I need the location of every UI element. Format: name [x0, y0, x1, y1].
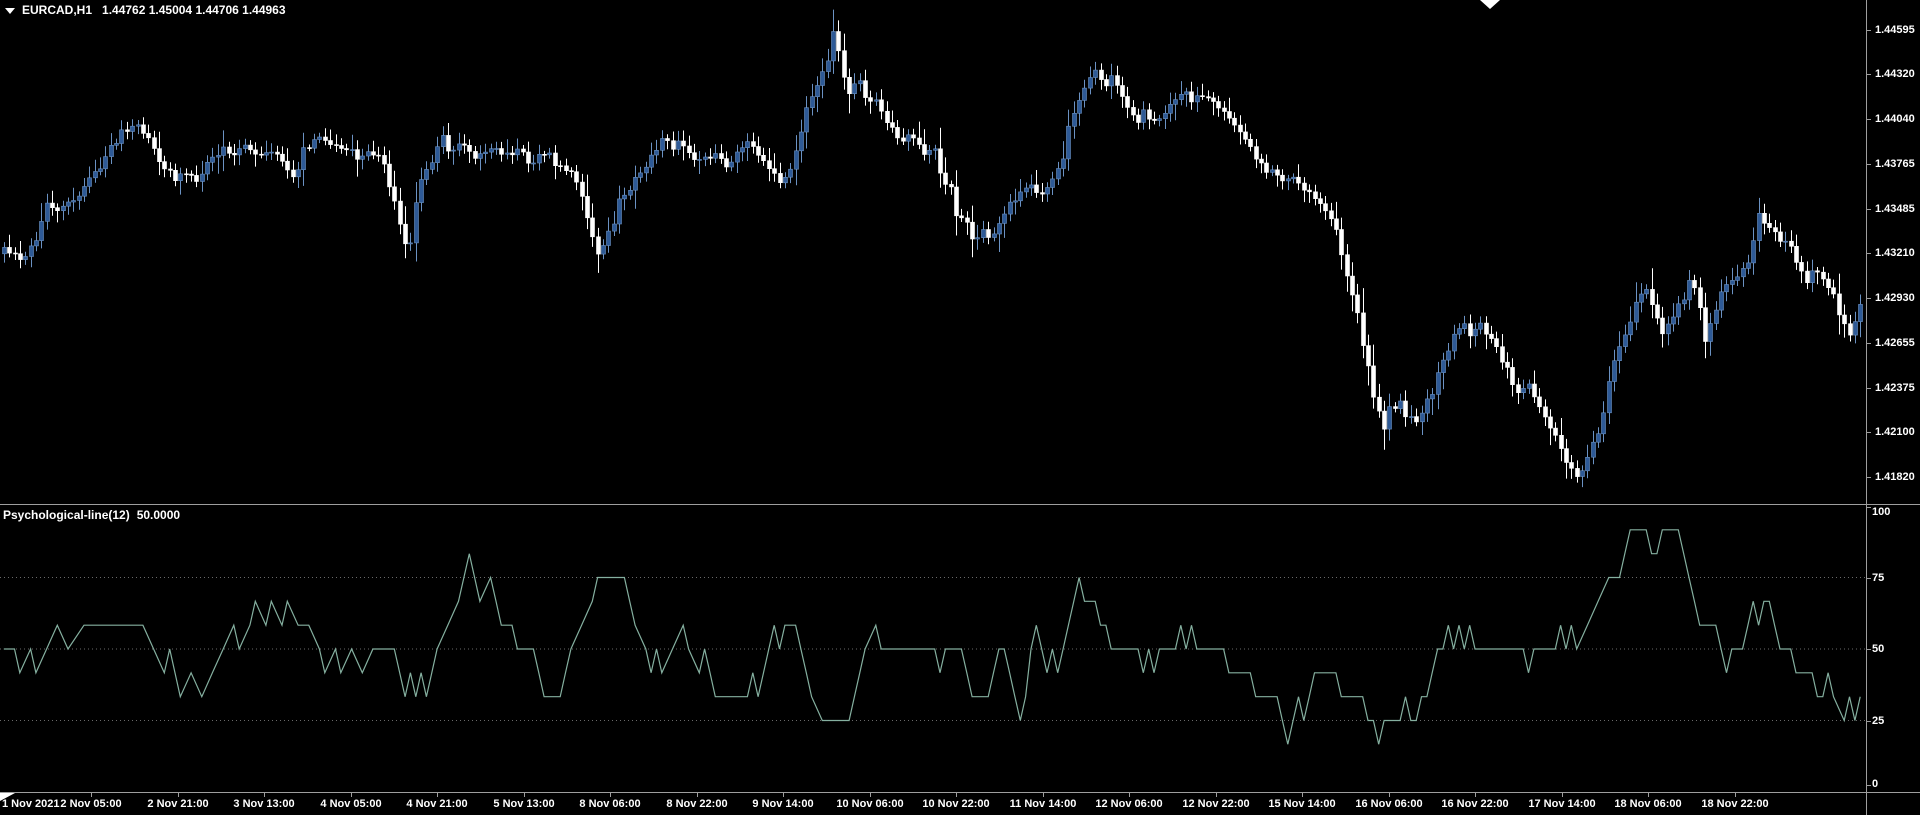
indicator-tick-label: 0 — [1872, 778, 1878, 791]
price-tick-label: 1.43765 — [1875, 158, 1915, 171]
time-axis-separator[interactable] — [0, 792, 1920, 793]
time-tick-label: 16 Nov 22:00 — [1441, 798, 1508, 810]
indicator-name: Psychological-line(12) — [3, 508, 130, 522]
chart-title: EURCAD,H1 1.44762 1.45004 1.44706 1.44963 — [5, 3, 286, 17]
time-tick-label: 15 Nov 14:00 — [1268, 798, 1335, 810]
time-tick-mark — [1735, 793, 1736, 797]
time-tick-label: 2 Nov 21:00 — [147, 798, 208, 810]
time-axis[interactable]: 1 Nov 20212 Nov 05:002 Nov 21:003 Nov 13… — [0, 793, 1920, 815]
time-tick-label: 2 Nov 05:00 — [60, 798, 121, 810]
indicator-tick-label: 100 — [1872, 506, 1890, 519]
price-tick-label: 1.44595 — [1875, 24, 1915, 37]
panel-separator[interactable] — [0, 504, 1920, 505]
price-tick-label: 1.42375 — [1875, 382, 1915, 395]
time-tick-mark — [178, 793, 179, 797]
psychological-line — [4, 530, 1860, 745]
indicator-value: 50.0000 — [137, 508, 180, 522]
indicator-axis[interactable]: 100 75 50 25 0 — [1866, 505, 1920, 792]
time-tick-mark — [351, 793, 352, 797]
time-tick-label: 3 Nov 13:00 — [233, 798, 294, 810]
time-tick-mark — [1475, 793, 1476, 797]
time-tick-mark — [524, 793, 525, 797]
time-tick-label: 16 Nov 06:00 — [1355, 798, 1422, 810]
price-axis[interactable]: 1.44595 1.44320 1.44040 1.43765 1.43485 1.432… — [1866, 0, 1920, 504]
time-tick-mark — [1129, 793, 1130, 797]
time-tick-mark — [1302, 793, 1303, 797]
time-tick-mark — [783, 793, 784, 797]
chart-symbol-timeframe: EURCAD,H1 — [22, 3, 92, 17]
chart-shift-marker-icon[interactable] — [1480, 0, 1500, 9]
time-tick-label: 12 Nov 22:00 — [1182, 798, 1249, 810]
time-tick-label: 17 Nov 14:00 — [1528, 798, 1595, 810]
axis-corner-marker-icon — [0, 793, 15, 801]
time-tick-mark — [1216, 793, 1217, 797]
time-tick-mark — [91, 793, 92, 797]
time-tick-label: 10 Nov 22:00 — [922, 798, 989, 810]
price-tick-label: 1.44040 — [1875, 113, 1915, 126]
time-tick-label: 9 Nov 14:00 — [752, 798, 813, 810]
time-tick-mark — [437, 793, 438, 797]
price-tick-label: 1.42100 — [1875, 426, 1915, 439]
time-tick-mark — [956, 793, 957, 797]
price-tick-label: 1.41820 — [1875, 471, 1915, 484]
indicator-chart[interactable] — [0, 505, 1866, 792]
time-tick-mark — [1648, 793, 1649, 797]
price-tick-label: 1.43485 — [1875, 203, 1915, 216]
time-tick-mark — [1389, 793, 1390, 797]
price-tick-label: 1.42930 — [1875, 292, 1915, 305]
time-tick-mark — [1562, 793, 1563, 797]
price-tick-label: 1.43210 — [1875, 247, 1915, 260]
mt4-chart-window: EURCAD,H1 1.44762 1.45004 1.44706 1.44963… — [0, 0, 1920, 815]
time-tick-label: 4 Nov 21:00 — [406, 798, 467, 810]
price-axis-line — [1866, 0, 1867, 815]
indicator-tick-label: 25 — [1872, 715, 1884, 728]
time-tick-label: 18 Nov 22:00 — [1701, 798, 1768, 810]
time-tick-label: 5 Nov 13:00 — [493, 798, 554, 810]
indicator-header: Psychological-line(12) 50.0000 — [3, 508, 180, 522]
time-tick-label: 11 Nov 14:00 — [1010, 798, 1077, 810]
time-tick-label: 18 Nov 06:00 — [1614, 798, 1681, 810]
indicator-tick-label: 75 — [1872, 572, 1884, 585]
time-tick-label: 12 Nov 06:00 — [1095, 798, 1162, 810]
indicator-tick-label: 50 — [1872, 643, 1884, 656]
one-click-trading-collapse-icon[interactable] — [5, 8, 15, 14]
time-tick-label: 10 Nov 06:00 — [836, 798, 903, 810]
price-tick-label: 1.42655 — [1875, 337, 1915, 350]
price-tick-label: 1.44320 — [1875, 68, 1915, 81]
time-tick-mark — [697, 793, 698, 797]
time-tick-label: 8 Nov 22:00 — [666, 798, 727, 810]
time-tick-mark — [264, 793, 265, 797]
time-tick-mark — [1043, 793, 1044, 797]
time-tick-label: 4 Nov 05:00 — [320, 798, 381, 810]
time-tick-mark — [610, 793, 611, 797]
time-tick-mark — [870, 793, 871, 797]
time-tick-label: 8 Nov 06:00 — [579, 798, 640, 810]
candlestick-chart[interactable] — [0, 0, 1866, 504]
chart-ohlc-values: 1.44762 1.45004 1.44706 1.44963 — [102, 3, 286, 17]
